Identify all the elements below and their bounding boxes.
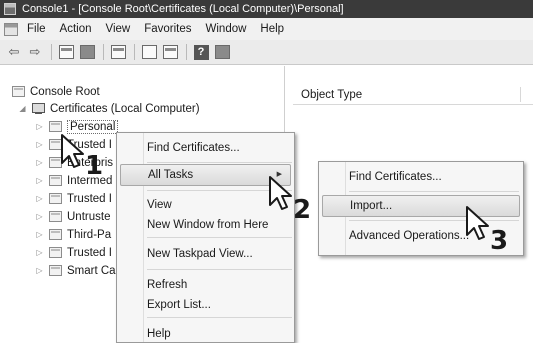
expand-arrow-icon[interactable]: ▷ — [35, 194, 44, 203]
folder-icon — [49, 193, 62, 204]
back-arrow-icon[interactable]: ⇦ — [6, 44, 22, 60]
tree-item-label: Trusted I — [67, 246, 112, 259]
menu-item-label: View — [147, 199, 172, 211]
expand-arrow-icon[interactable]: ▷ — [35, 122, 44, 131]
menu-separator — [147, 269, 292, 270]
menu-separator — [349, 191, 519, 192]
menu-separator — [147, 237, 292, 238]
step-number-2: 2 — [293, 195, 312, 225]
menu-bar: File Action View Favorites Window Help — [0, 18, 533, 40]
tree-item-trusted-people[interactable]: ▷ Trusted I — [35, 244, 112, 261]
menu-item-label: All Tasks — [148, 169, 194, 181]
toolbar-divider — [186, 44, 187, 60]
help-icon[interactable]: ? — [193, 44, 209, 60]
menu-item-label: New Taskpad View... — [147, 248, 253, 260]
tree-item-label: Trusted I — [67, 192, 112, 205]
menu-window[interactable]: Window — [206, 23, 247, 35]
menu-item-label: Import... — [350, 200, 393, 212]
cursor-arrow-icon — [466, 206, 489, 240]
menu-separator — [147, 317, 292, 318]
menu-separator — [147, 162, 292, 163]
collapse-arrow-icon[interactable]: ◢ — [18, 104, 27, 113]
menu-action[interactable]: Action — [60, 23, 92, 35]
tree-item-smart-card[interactable]: ▷ Smart Ca — [35, 262, 116, 279]
tree-item-label: Personal — [67, 119, 119, 134]
window-title: Console1 - [Console Root\Certificates (L… — [22, 3, 344, 15]
step-number-3: 3 — [490, 226, 509, 256]
properties-icon[interactable] — [110, 44, 126, 60]
computer-icon — [32, 102, 45, 115]
tree-item-untrusted[interactable]: ▷ Untruste — [35, 208, 110, 225]
folder-icon — [49, 265, 62, 276]
context-menu: Find Certificates... All Tasks ▶ View Ne… — [116, 132, 295, 343]
tree-item-console-root[interactable]: Console Root — [12, 83, 100, 100]
tree-item-label: Third-Pa — [67, 228, 112, 241]
context-item-new-taskpad-view[interactable]: New Taskpad View... — [120, 243, 291, 265]
tree-item-label: Console Root — [30, 85, 100, 98]
folder-icon — [49, 211, 62, 222]
menu-item-label: Advanced Operations... — [349, 230, 470, 242]
menu-file[interactable]: File — [27, 23, 46, 35]
context-item-refresh[interactable]: Refresh — [120, 274, 291, 296]
expand-arrow-icon[interactable]: ▷ — [35, 140, 44, 149]
context-item-export-list[interactable]: Export List... — [120, 294, 291, 316]
folder-icon — [49, 247, 62, 258]
up-folder-icon[interactable] — [58, 44, 74, 60]
column-header-label: Object Type — [301, 88, 363, 101]
context-item-help[interactable]: Help — [120, 323, 291, 343]
cursor-arrow-icon — [269, 176, 292, 210]
toolbar-divider — [103, 44, 104, 60]
menu-item-label: Find Certificates... — [147, 142, 240, 154]
show-hide-tree-icon[interactable] — [79, 44, 95, 60]
folder-icon — [49, 229, 62, 240]
tree-item-label: Certificates (Local Computer) — [50, 102, 200, 115]
toolbar: ⇦ ⇨ ? — [0, 40, 533, 65]
context-item-view[interactable]: View — [120, 194, 291, 216]
expand-arrow-icon[interactable]: ▷ — [35, 158, 44, 167]
menu-item-label: Export List... — [147, 299, 211, 311]
tree-item-certificates[interactable]: ◢ Certificates (Local Computer) — [18, 100, 200, 117]
tree-item-third-party[interactable]: ▷ Third-Pa — [35, 226, 111, 243]
forward-arrow-icon[interactable]: ⇨ — [27, 44, 43, 60]
expand-arrow-icon[interactable]: ▷ — [35, 248, 44, 257]
folder-icon — [49, 121, 62, 132]
step-number-1: 1 — [85, 151, 104, 181]
context-item-new-window[interactable]: New Window from Here — [120, 214, 291, 236]
console-icon[interactable] — [4, 22, 18, 36]
expand-arrow-icon[interactable]: ▷ — [35, 230, 44, 239]
toolbar-divider — [51, 44, 52, 60]
menu-separator — [349, 220, 519, 221]
expand-arrow-icon[interactable]: ▷ — [35, 212, 44, 221]
export-list-icon[interactable] — [162, 44, 178, 60]
menu-item-label: Refresh — [147, 279, 188, 291]
tree-item-label: Smart Ca — [67, 264, 116, 277]
folder-icon — [49, 175, 62, 186]
title-bar: Console1 - [Console Root\Certificates (L… — [0, 0, 533, 18]
submenu-item-find-certificates[interactable]: Find Certificates... — [322, 166, 520, 188]
expand-arrow-icon[interactable]: ▷ — [35, 176, 44, 185]
column-header-object-type[interactable]: Object Type — [293, 85, 533, 105]
menu-item-label: New Window from Here — [147, 219, 269, 231]
action-pane-icon[interactable] — [214, 44, 230, 60]
menu-view[interactable]: View — [106, 23, 131, 35]
refresh-icon[interactable] — [141, 44, 157, 60]
menu-help[interactable]: Help — [260, 23, 284, 35]
tree-item-label: Untruste — [67, 210, 111, 223]
expand-arrow-icon[interactable]: ▷ — [35, 266, 44, 275]
menu-item-label: Help — [147, 328, 171, 340]
tree-item-trusted-publishers[interactable]: ▷ Trusted I — [35, 190, 112, 207]
cursor-arrow-icon — [61, 134, 84, 168]
folder-icon — [12, 86, 25, 97]
toolbar-divider — [134, 44, 135, 60]
menu-favorites[interactable]: Favorites — [144, 23, 191, 35]
context-item-all-tasks[interactable]: All Tasks ▶ — [120, 164, 291, 186]
context-item-find-certificates[interactable]: Find Certificates... — [120, 137, 291, 159]
menu-item-label: Find Certificates... — [349, 171, 442, 183]
mmc-app-icon — [4, 3, 16, 15]
